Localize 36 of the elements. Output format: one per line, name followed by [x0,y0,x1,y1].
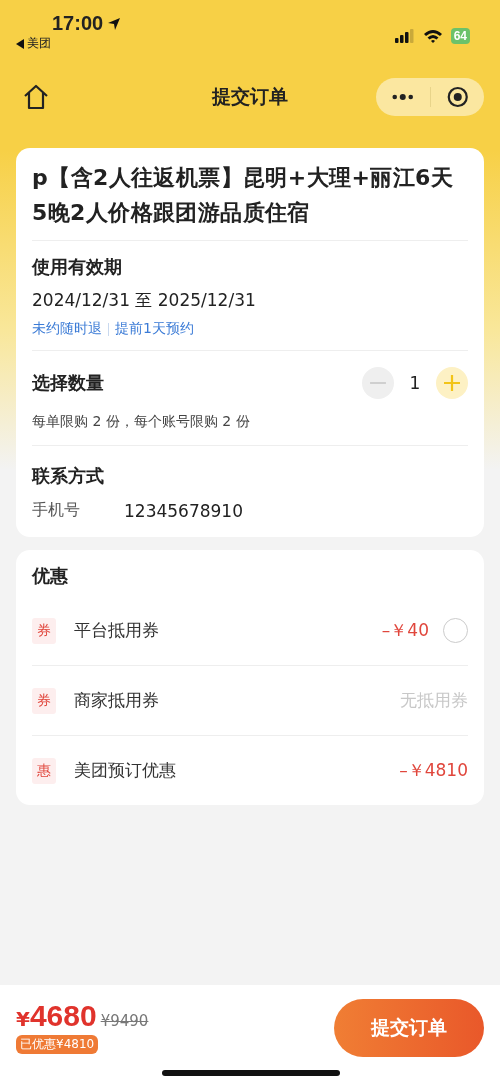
policy-tag: 未约随时退 [32,320,102,338]
section-heading: 选择数量 [32,371,104,395]
section-heading: 联系方式 [32,464,105,488]
discount-label: 商家抵用券 [74,689,160,712]
back-triangle-icon[interactable] [16,38,24,49]
back-app-link[interactable]: 美团 [27,35,51,52]
discount-tag: 券 [32,617,56,644]
discount-tag: 券 [32,687,56,714]
total-price: 4680 [29,999,97,1033]
discount-amount: –￥40 [381,619,429,642]
plus-icon [443,374,461,392]
savings-badge: 已优惠¥4810 [16,1035,99,1054]
page-title: 提交订单 [210,84,289,109]
discount-label: 平台抵用券 [74,619,160,642]
location-arrow-icon [107,16,122,31]
discount-tag: 惠 [32,757,56,784]
home-icon[interactable] [22,83,50,111]
signal-icon [394,29,415,43]
quantity-value: 1 [408,373,422,393]
product-title: p【含2人往返机票】昆明+大理+丽江6天5晚2人价格跟团游品质住宿 [32,148,468,241]
section-heading: 优惠 [32,564,69,588]
purchase-limit-text: 每单限购 2 份，每个账号限购 2 份 [32,413,251,431]
field-label: 手机号 [32,500,81,521]
radio-button[interactable] [443,618,468,643]
wifi-icon [422,29,443,43]
discount-amount: –￥4810 [399,759,468,782]
battery-level: 64 [450,28,470,44]
minus-icon [369,381,387,385]
time-text: 17:00 [52,12,104,35]
section-heading: 使用有效期 [32,255,123,279]
phone-number: 12345678910 [124,500,243,521]
discount-label: 美团预订优惠 [74,759,177,782]
original-price: ¥9490 [100,1012,149,1030]
policy-tag: 提前1天预约 [115,320,194,338]
validity-dates: 2024/12/31 至 2025/12/31 [32,289,257,312]
currency-symbol: ¥ [16,1007,30,1031]
